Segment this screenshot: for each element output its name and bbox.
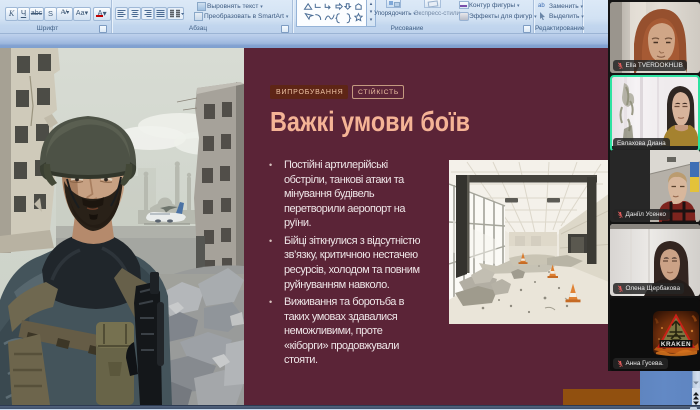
svg-text:ab: ab [538, 3, 545, 8]
svg-text:KRAKEN: KRAKEN [661, 341, 691, 348]
